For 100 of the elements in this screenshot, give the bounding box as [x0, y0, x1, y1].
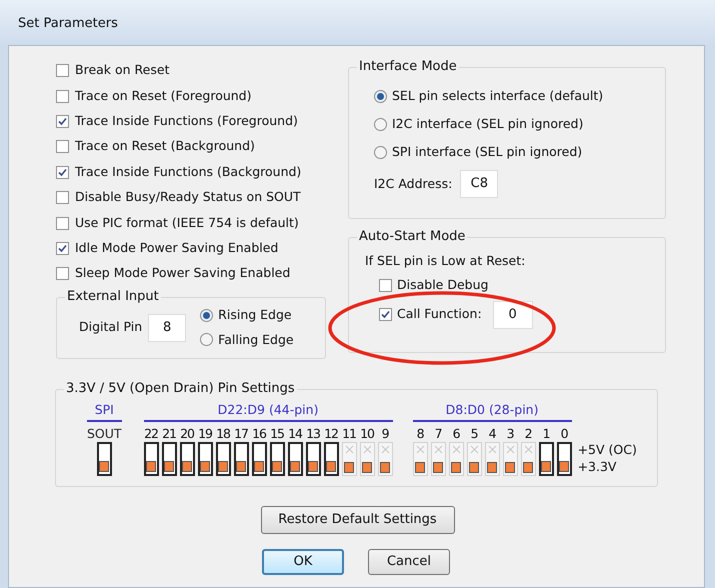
- checkbox[interactable]: [56, 242, 69, 255]
- pin-label: 11: [342, 426, 356, 442]
- checkbox[interactable]: [56, 140, 69, 154]
- pin-label: 9: [382, 426, 389, 442]
- pin-label: 22: [144, 426, 158, 442]
- pin-switch[interactable]: [144, 442, 159, 476]
- checkbox[interactable]: [56, 166, 69, 179]
- field-label: Digital Pin: [79, 318, 142, 336]
- pin-label: 20: [180, 426, 194, 442]
- pin-label: 17: [234, 426, 248, 442]
- cross-icon: [416, 444, 425, 454]
- pin-label: 1: [542, 426, 550, 442]
- pin-switch[interactable]: [198, 442, 213, 476]
- option-label: Trace Inside Functions (Foreground): [75, 112, 298, 130]
- cross-icon: [524, 444, 533, 454]
- cross-icon: [344, 444, 354, 454]
- pin-switch[interactable]: [538, 442, 554, 476]
- pin-switch[interactable]: [252, 442, 267, 476]
- window-title: Set Parameters: [18, 16, 118, 31]
- pin-switch[interactable]: [288, 442, 303, 476]
- cross-icon: [488, 444, 497, 454]
- pin-label: 19: [198, 426, 212, 442]
- checkbox[interactable]: [56, 114, 69, 128]
- radio-button[interactable]: [374, 146, 387, 158]
- pin-label: 2: [524, 426, 532, 442]
- radio-label: I2C interface (SEL pin ignored): [392, 114, 584, 133]
- checkbox[interactable]: [56, 191, 69, 204]
- pin-switch[interactable]: [324, 442, 339, 476]
- checkbox[interactable]: [56, 267, 69, 280]
- pin-label: 4: [488, 426, 496, 442]
- option-label: Call Function:: [397, 305, 482, 324]
- input-field[interactable]: 8: [148, 314, 186, 342]
- checkbox[interactable]: [56, 216, 69, 230]
- pin-switch[interactable]: [234, 442, 249, 476]
- pin-label: 7: [434, 426, 442, 442]
- pin-label: 18: [216, 426, 230, 442]
- cross-icon: [470, 444, 479, 454]
- pin-label: 15: [270, 426, 284, 442]
- pin-group-title: SPI: [87, 400, 122, 422]
- pin-switch[interactable]: [270, 442, 285, 476]
- checkmark-icon: [58, 168, 67, 177]
- pin-group-title: D8:D0 (28-pin): [412, 400, 572, 422]
- pin-label: 10: [360, 426, 374, 442]
- radio-button[interactable]: [374, 90, 387, 102]
- option-label: Idle Mode Power Saving Enabled: [75, 239, 278, 258]
- pin-label: 0: [560, 426, 568, 442]
- option-label: Trace Inside Functions (Background): [75, 162, 302, 181]
- option-label: Use PIC format (IEEE 754 is default): [75, 214, 299, 232]
- ok-button[interactable]: OK: [262, 548, 344, 575]
- pin-switch[interactable]: [306, 442, 321, 476]
- pin-label: SOUT: [87, 426, 122, 442]
- checkmark-icon: [381, 310, 390, 320]
- field-label: I2C Address:: [374, 174, 452, 193]
- radio-button[interactable]: [200, 308, 214, 322]
- option-label: Sleep Mode Power Saving Enabled: [75, 264, 290, 282]
- cross-icon: [506, 444, 515, 454]
- pin-label: 13: [306, 426, 320, 442]
- group-title: 3.3V / 5V (Open Drain) Pin Settings: [64, 380, 297, 398]
- radio-button[interactable]: [374, 118, 387, 130]
- pin-label: 6: [452, 426, 460, 442]
- pin-label: 3: [506, 426, 514, 442]
- checkmark-icon: [58, 116, 67, 126]
- option-label: Trace on Reset (Background): [75, 137, 255, 156]
- note-text: If SEL pin is Low at Reset:: [365, 252, 526, 270]
- checkmark-icon: [58, 244, 67, 253]
- cross-icon: [452, 444, 461, 454]
- pin-group-title: D22:D9 (44-pin): [144, 400, 393, 422]
- pin-label: 12: [324, 426, 338, 442]
- cancel-button[interactable]: Cancel: [368, 548, 450, 575]
- pin-label: 21: [162, 426, 176, 442]
- pin-switch[interactable]: [96, 442, 112, 476]
- checkbox[interactable]: [379, 308, 392, 322]
- legend-label: +3.3V: [578, 458, 618, 475]
- pin-label: 5: [470, 426, 478, 442]
- radio-label: SPI interface (SEL pin ignored): [392, 142, 582, 161]
- group-title: External Input: [65, 288, 161, 306]
- radio-button[interactable]: [200, 333, 214, 346]
- radio-label: SEL pin selects interface (default): [392, 86, 604, 105]
- input-field[interactable]: 0: [492, 300, 533, 329]
- restore-defaults-button[interactable]: Restore Default Settings: [260, 506, 454, 534]
- pin-switch[interactable]: [556, 442, 572, 476]
- option-label: Break on Reset: [75, 61, 170, 80]
- checkbox[interactable]: [56, 64, 69, 78]
- checkbox[interactable]: [379, 279, 392, 292]
- option-label: Trace on Reset (Foreground): [75, 86, 252, 105]
- input-field[interactable]: C8: [460, 170, 498, 198]
- option-label: Disable Busy/Ready Status on SOUT: [75, 188, 301, 206]
- legend-label: +5V (OC): [578, 442, 637, 458]
- pin-switch[interactable]: [216, 442, 231, 476]
- radio-label: Falling Edge: [218, 330, 294, 349]
- checkbox[interactable]: [56, 90, 69, 103]
- cross-icon: [362, 444, 372, 454]
- pin-switch[interactable]: [180, 442, 195, 476]
- option-label: Disable Debug: [397, 276, 488, 294]
- cross-icon: [434, 444, 443, 454]
- pin-switch[interactable]: [162, 442, 177, 476]
- radio-label: Rising Edge: [218, 306, 292, 324]
- pin-label: 16: [252, 426, 266, 442]
- pin-label: 14: [288, 426, 302, 442]
- pin-label: 8: [416, 426, 424, 442]
